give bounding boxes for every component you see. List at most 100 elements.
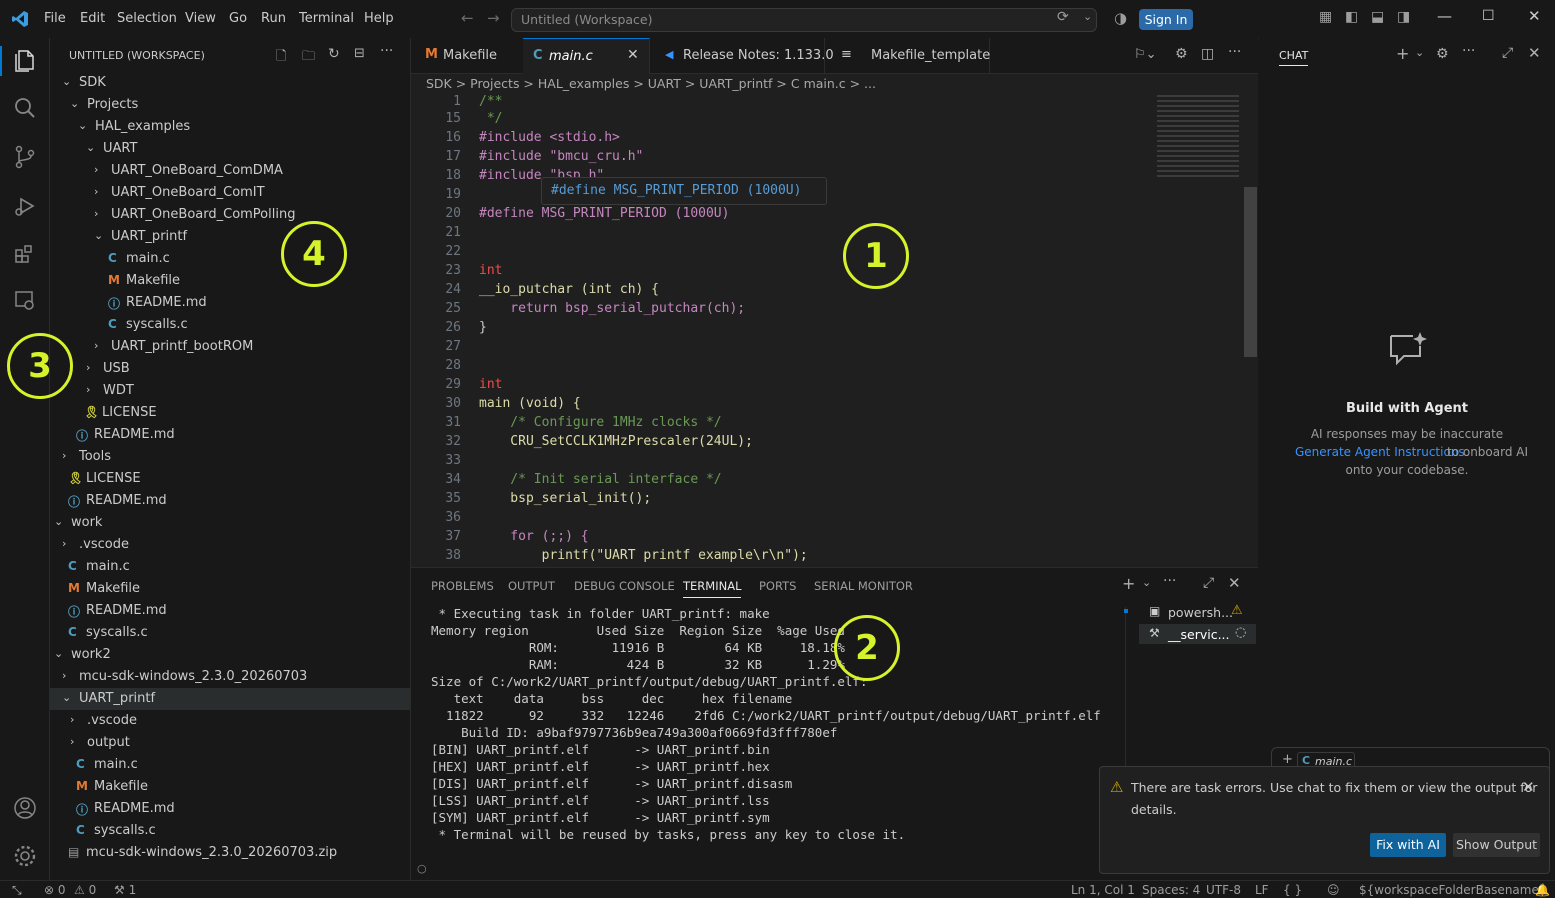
- chevron-right-icon[interactable]: ›: [70, 713, 82, 726]
- scrollbar-thumb[interactable]: [1244, 187, 1257, 357]
- fix-with-ai-button[interactable]: Fix with AI: [1370, 833, 1446, 857]
- panel-tab-ports[interactable]: PORTS: [759, 579, 796, 593]
- menu-help[interactable]: Help: [364, 11, 394, 26]
- tree-file[interactable]: ⓘ README.md: [50, 490, 410, 512]
- chevron-right-icon[interactable]: ›: [62, 449, 74, 462]
- new-chat-icon[interactable]: +: [1396, 44, 1409, 63]
- tree-file[interactable]: M Makefile: [50, 270, 410, 292]
- code-line[interactable]: 37 for (;;) {: [411, 529, 1151, 548]
- maximize-icon[interactable]: ⤢: [1502, 45, 1513, 61]
- new-terminal-icon[interactable]: +: [1122, 574, 1135, 593]
- gear-icon[interactable]: ⚙: [1436, 46, 1449, 62]
- chevron-down-icon[interactable]: ⌄: [1142, 576, 1151, 589]
- chevron-down-icon[interactable]: ⌄: [94, 229, 106, 242]
- tab-main-c[interactable]: C main.c ✕: [523, 38, 650, 74]
- code-line[interactable]: 34 /* Init serial interface */: [411, 472, 1151, 491]
- run-debug-icon[interactable]: [12, 193, 38, 219]
- code-line[interactable]: 38 printf("UART printf example\r\n");: [411, 548, 1151, 567]
- chevron-right-icon[interactable]: ›: [62, 669, 74, 682]
- tree-file[interactable]: ⓘ README.md: [50, 798, 410, 820]
- chevron-down-icon[interactable]: ⌄: [62, 75, 74, 88]
- tree-folder[interactable]: ⌄ UART_printf: [50, 688, 410, 710]
- chevron-down-icon[interactable]: ⌄: [54, 515, 66, 528]
- tree-folder[interactable]: ⌄ work: [50, 512, 410, 534]
- more-actions-icon[interactable]: ···: [1462, 43, 1475, 59]
- minimize-icon[interactable]: —: [1437, 7, 1452, 25]
- menu-view[interactable]: View: [185, 11, 216, 26]
- menu-selection[interactable]: Selection: [117, 11, 177, 26]
- sign-in-button[interactable]: Sign In: [1139, 9, 1193, 30]
- code-line[interactable]: 32 CRU_SetCCLK1MHzPrescaler(24UL);: [411, 434, 1151, 453]
- chevron-right-icon[interactable]: ›: [86, 383, 98, 396]
- tree-file[interactable]: 🎗 LICENSE: [50, 402, 410, 424]
- chevron-down-icon[interactable]: ⌄: [1083, 10, 1092, 23]
- code-line[interactable]: 36: [411, 510, 1151, 529]
- chevron-down-icon[interactable]: ⌄: [1415, 46, 1424, 59]
- toggle-primary-sidebar-icon[interactable]: ◧: [1345, 9, 1358, 25]
- breadcrumb[interactable]: SDK > Projects > HAL_examples > UART > U…: [426, 76, 876, 91]
- chevron-right-icon[interactable]: ›: [70, 735, 82, 748]
- code-line[interactable]: 30 main (void) {: [411, 396, 1151, 415]
- maximize-icon[interactable]: ☐: [1482, 8, 1495, 24]
- warnings-indicator[interactable]: ⚠ 0: [74, 883, 96, 897]
- code-line[interactable]: 25 return bsp_serial_putchar(ch);: [411, 301, 1151, 320]
- tree-file[interactable]: Cmain.c: [50, 248, 410, 270]
- terminal-list-item-service[interactable]: ⚒ __servic... ◌: [1139, 624, 1256, 644]
- search-icon[interactable]: [12, 95, 38, 121]
- refresh-icon[interactable]: ↻: [328, 46, 340, 62]
- chat-tab[interactable]: CHAT: [1279, 49, 1309, 66]
- code-line[interactable]: 17 #include "bmcu_cru.h": [411, 149, 1151, 168]
- panel-tab-terminal[interactable]: TERMINAL: [683, 579, 742, 598]
- chevron-right-icon[interactable]: ›: [94, 207, 106, 220]
- more-actions-icon[interactable]: ···: [380, 43, 393, 59]
- tree-folder[interactable]: ⌄ Projects: [50, 94, 410, 116]
- tree-folder[interactable]: › USB: [50, 358, 410, 380]
- tree-folder[interactable]: › .vscode: [50, 534, 410, 556]
- panel-tab-problems[interactable]: PROBLEMS: [431, 579, 494, 593]
- ports-indicator[interactable]: ⚒ 1: [114, 883, 136, 897]
- vscode-logo-icon[interactable]: [11, 10, 29, 28]
- new-file-icon[interactable]: 🗋: [276, 47, 286, 69]
- chevron-down-icon[interactable]: ⌄: [70, 97, 82, 110]
- show-output-button[interactable]: Show Output: [1453, 833, 1540, 857]
- code-line[interactable]: 22: [411, 244, 1151, 263]
- run-task-icon[interactable]: ⚐⌄: [1134, 47, 1157, 62]
- language-mode[interactable]: { }: [1283, 883, 1302, 897]
- panel-tab-serial-monitor[interactable]: SERIAL MONITOR: [814, 579, 913, 593]
- tree-file[interactable]: Cmain.c: [50, 556, 410, 578]
- tree-folder[interactable]: › UART_OneBoard_ComDMA: [50, 160, 410, 182]
- editor-scrollbar[interactable]: [1244, 95, 1257, 565]
- nav-forward-icon[interactable]: →: [487, 9, 500, 27]
- gear-icon[interactable]: [12, 843, 38, 869]
- chevron-right-icon[interactable]: ›: [86, 361, 98, 374]
- generate-instructions-link[interactable]: Generate Agent Instructions: [1295, 445, 1465, 459]
- new-folder-icon[interactable]: 🗀: [302, 47, 315, 69]
- chevron-down-icon[interactable]: ⌄: [78, 119, 90, 132]
- menu-file[interactable]: File: [44, 11, 66, 26]
- cursor-position[interactable]: Ln 1, Col 1: [1071, 883, 1135, 897]
- tree-folder[interactable]: › output: [50, 732, 410, 754]
- account-icon[interactable]: [12, 795, 38, 821]
- tree-folder[interactable]: › WDT: [50, 380, 410, 402]
- code-line[interactable]: 26}: [411, 320, 1151, 339]
- code-line[interactable]: 27: [411, 339, 1151, 358]
- workspace-name[interactable]: ${workspaceFolderBasename}: [1359, 883, 1546, 897]
- command-center-search[interactable]: Untitled (Workspace): [511, 8, 1097, 32]
- code-line[interactable]: 29 int: [411, 377, 1151, 396]
- chevron-down-icon[interactable]: ⌄: [62, 691, 74, 704]
- chevron-right-icon[interactable]: ›: [94, 163, 106, 176]
- code-line[interactable]: 33: [411, 453, 1151, 472]
- add-context-icon[interactable]: +: [1282, 752, 1293, 767]
- chevron-down-icon[interactable]: ⌄: [54, 647, 66, 660]
- code-line[interactable]: 20 #define MSG_PRINT_PERIOD (1000U): [411, 206, 1151, 225]
- tree-file[interactable]: ▤ mcu-sdk-windows_2.3.0_20260703.zip: [50, 842, 410, 864]
- tree-file[interactable]: M Makefile: [50, 578, 410, 600]
- tab-makefile-template[interactable]: ≡ Makefile_template: [824, 38, 990, 73]
- panel-tab-output[interactable]: OUTPUT: [508, 579, 555, 593]
- code-line[interactable]: 24 __io_putchar (int ch) {: [411, 282, 1151, 301]
- copilot-icon[interactable]: ◑: [1114, 9, 1127, 27]
- chevron-right-icon[interactable]: ›: [94, 185, 106, 198]
- tree-folder[interactable]: ⌄ work2: [50, 644, 410, 666]
- close-panel-icon[interactable]: ✕: [1228, 574, 1241, 592]
- more-actions-icon[interactable]: ···: [1228, 44, 1241, 60]
